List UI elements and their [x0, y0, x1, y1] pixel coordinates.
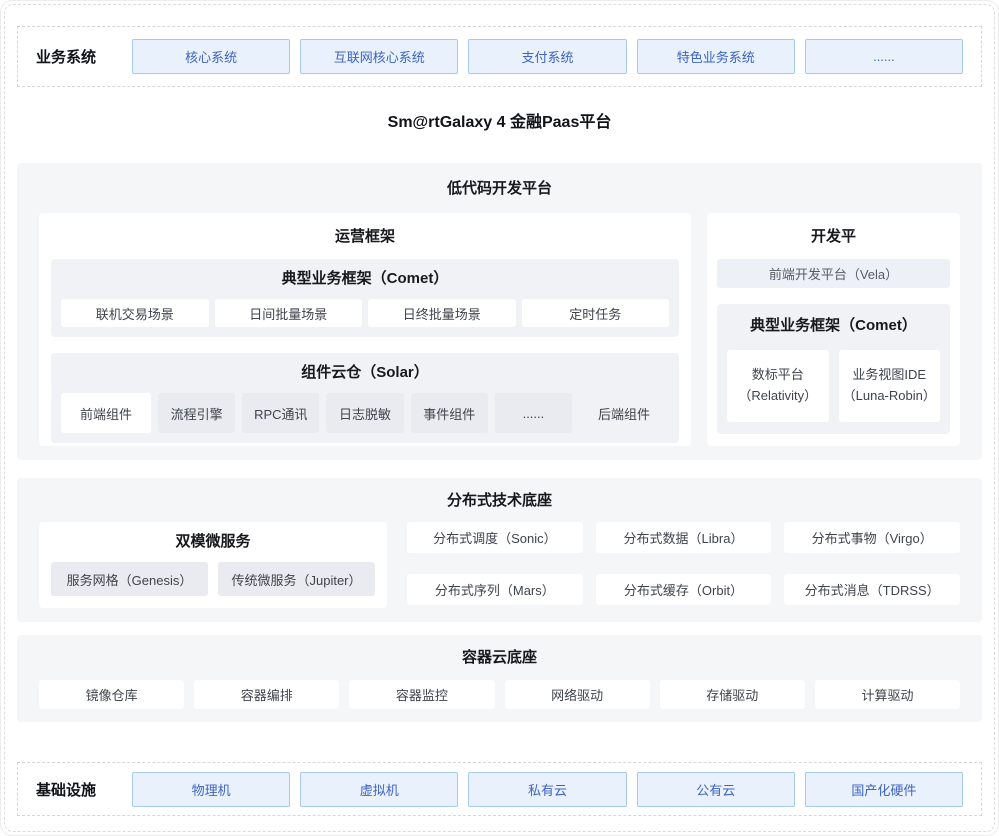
chip-process-engine[interactable]: 流程引擎	[158, 393, 235, 433]
chip-backend-component[interactable]: 后端组件	[579, 393, 669, 433]
dev-platform-card: 开发平 前端开发平台（Vela） 典型业务框架（Comet） 数标平台 （Rel…	[707, 213, 960, 446]
chip-endofday-batch-scene[interactable]: 日终批量场景	[368, 299, 516, 327]
chip-frontend-dev-platform-vela[interactable]: 前端开发平台（Vela）	[717, 259, 950, 288]
dual-mode-chip-row: 服务网格（Genesis） 传统微服务（Jupiter）	[51, 562, 375, 596]
chip-container-orchestration[interactable]: 容器编排	[194, 680, 339, 709]
infrastructure-row: 基础设施 物理机 虚拟机 私有云 公有云 国产化硬件	[17, 762, 982, 816]
low-code-content-row: 运营框架 典型业务框架（Comet） 联机交易场景 日间批量场景 日终批量场景 …	[39, 213, 960, 446]
solar-component-title: 组件云仓（Solar）	[61, 363, 669, 383]
solar-chip-row: 前端组件 流程引擎 RPC通讯 日志脱敏 事件组件 ...... 后端组件	[61, 393, 669, 433]
chip-payment-system[interactable]: 支付系统	[468, 39, 626, 74]
chip-core-system[interactable]: 核心系统	[132, 39, 290, 74]
chip-compute-driver[interactable]: 计算驱动	[815, 680, 960, 709]
chip-internet-core-system[interactable]: 互联网核心系统	[300, 39, 458, 74]
chip-private-cloud[interactable]: 私有云	[468, 772, 626, 807]
operation-framework-card: 运营框架 典型业务框架（Comet） 联机交易场景 日间批量场景 日终批量场景 …	[39, 213, 691, 446]
container-base-panel: 容器云底座 镜像仓库 容器编排 容器监控 网络驱动 存储驱动 计算驱动	[17, 635, 982, 722]
low-code-platform-title: 低代码开发平台	[39, 179, 960, 199]
chip-distributed-cache-orbit[interactable]: 分布式缓存（Orbit）	[596, 574, 772, 605]
chip-storage-driver[interactable]: 存储驱动	[660, 680, 805, 709]
dev-comet-framework-title: 典型业务框架（Comet）	[727, 316, 940, 336]
infrastructure-label: 基础设施	[36, 779, 122, 800]
chip-business-view-ide-luna-robin[interactable]: 业务视图IDE （Luna-Robin）	[839, 350, 941, 422]
low-code-platform-panel: 低代码开发平台 运营框架 典型业务框架（Comet） 联机交易场景 日间批量场景…	[17, 163, 982, 460]
solar-component-box: 组件云仓（Solar） 前端组件 流程引擎 RPC通讯 日志脱敏 事件组件 ..…	[51, 353, 679, 443]
chip-event-component[interactable]: 事件组件	[411, 393, 488, 433]
chip-distributed-transaction-virgo[interactable]: 分布式事物（Virgo）	[784, 522, 960, 553]
chip-distributed-sequence-mars[interactable]: 分布式序列（Mars）	[407, 574, 583, 605]
chip-virtual-machine[interactable]: 虚拟机	[300, 772, 458, 807]
chip-business-ellipsis[interactable]: ......	[805, 39, 963, 74]
chip-service-mesh-genesis[interactable]: 服务网格（Genesis）	[51, 562, 208, 596]
chip-frontend-component[interactable]: 前端组件	[61, 393, 151, 433]
chip-public-cloud[interactable]: 公有云	[637, 772, 795, 807]
operation-framework-title: 运营框架	[51, 227, 679, 247]
comet-chip-row: 联机交易场景 日间批量场景 日终批量场景 定时任务	[61, 299, 669, 327]
chip-distributed-scheduling-sonic[interactable]: 分布式调度（Sonic）	[407, 522, 583, 553]
distributed-base-panel: 分布式技术底座 双模微服务 服务网格（Genesis） 传统微服务（Jupite…	[17, 478, 982, 622]
chip-online-trading-scene[interactable]: 联机交易场景	[61, 299, 209, 327]
business-systems-row: 业务系统 核心系统 互联网核心系统 支付系统 特色业务系统 ......	[17, 26, 982, 87]
dual-mode-microservice-card: 双模微服务 服务网格（Genesis） 传统微服务（Jupiter）	[39, 522, 387, 608]
chip-log-masking[interactable]: 日志脱敏	[326, 393, 403, 433]
comet-framework-title: 典型业务框架（Comet）	[61, 269, 669, 289]
dual-mode-microservice-title: 双模微服务	[51, 532, 375, 552]
chip-image-registry[interactable]: 镜像仓库	[39, 680, 184, 709]
chip-distributed-message-tdrss[interactable]: 分布式消息（TDRSS）	[784, 574, 960, 605]
distributed-base-title: 分布式技术底座	[39, 491, 960, 511]
chip-scheduled-task[interactable]: 定时任务	[522, 299, 670, 327]
chip-container-monitoring[interactable]: 容器监控	[349, 680, 494, 709]
dev-comet-chip-row: 数标平台 （Relativity） 业务视图IDE （Luna-Robin）	[727, 350, 940, 422]
chip-network-driver[interactable]: 网络驱动	[505, 680, 650, 709]
chip-traditional-microservice-jupiter[interactable]: 传统微服务（Jupiter）	[218, 562, 375, 596]
comet-framework-box: 典型业务框架（Comet） 联机交易场景 日间批量场景 日终批量场景 定时任务	[51, 259, 679, 337]
container-base-title: 容器云底座	[39, 648, 960, 668]
dev-comet-framework-box: 典型业务框架（Comet） 数标平台 （Relativity） 业务视图IDE …	[717, 304, 950, 434]
chip-physical-machine[interactable]: 物理机	[132, 772, 290, 807]
business-systems-label: 业务系统	[36, 46, 122, 67]
chip-distributed-data-libra[interactable]: 分布式数据（Libra）	[596, 522, 772, 553]
chip-rpc-communication[interactable]: RPC通讯	[242, 393, 319, 433]
page-title: Sm@rtGalaxy 4 金融Paas平台	[1, 113, 998, 133]
chip-solar-ellipsis[interactable]: ......	[495, 393, 572, 433]
chip-domestic-hardware[interactable]: 国产化硬件	[805, 772, 963, 807]
dev-platform-title: 开发平	[717, 227, 950, 247]
architecture-diagram: 业务系统 核心系统 互联网核心系统 支付系统 特色业务系统 ...... Sm@…	[0, 0, 999, 836]
chip-data-standard-platform-relativity[interactable]: 数标平台 （Relativity）	[727, 350, 829, 422]
container-chip-row: 镜像仓库 容器编排 容器监控 网络驱动 存储驱动 计算驱动	[39, 680, 960, 709]
chip-daytime-batch-scene[interactable]: 日间批量场景	[215, 299, 363, 327]
distributed-chip-grid: 分布式调度（Sonic） 分布式数据（Libra） 分布式事物（Virgo） 分…	[407, 522, 960, 608]
distributed-content-row: 双模微服务 服务网格（Genesis） 传统微服务（Jupiter） 分布式调度…	[39, 522, 960, 608]
chip-special-business-system[interactable]: 特色业务系统	[637, 39, 795, 74]
